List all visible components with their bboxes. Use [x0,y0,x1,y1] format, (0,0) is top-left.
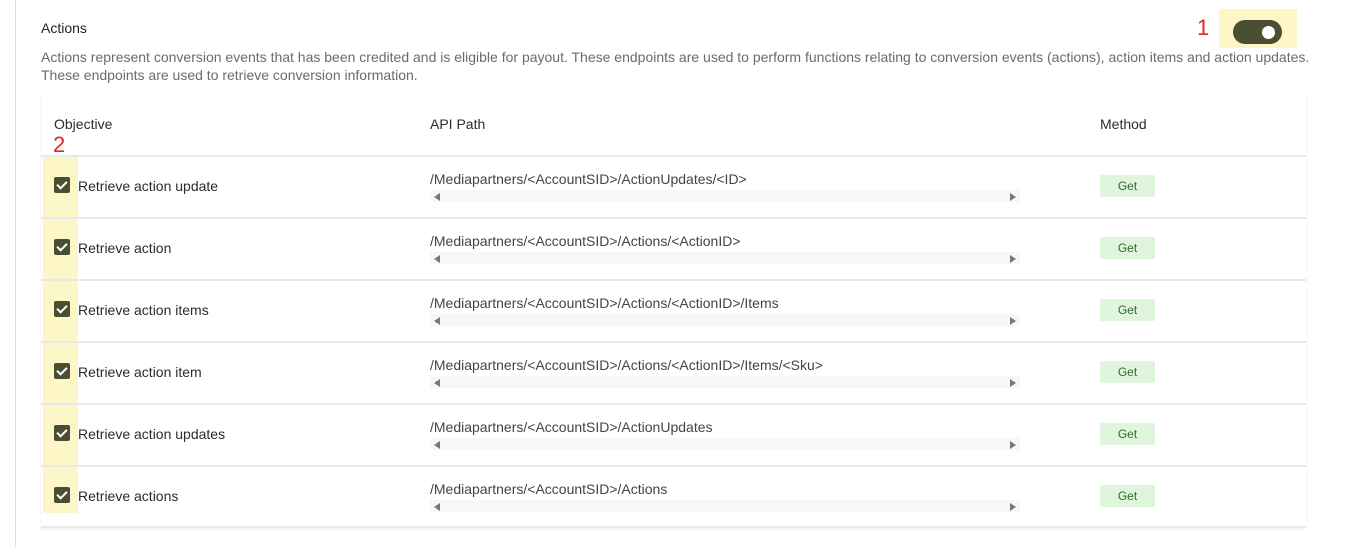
callout-1: 1 [1197,15,1210,40]
page: Actions 1 Actions represent conversion e… [0,0,1356,547]
scroll-left-icon[interactable] [434,441,440,449]
table-row: Retrieve action/Mediapartners/<AccountSI… [41,217,1306,277]
header-api-path: API Path [430,116,486,132]
path-scrollbar[interactable] [430,252,1020,264]
api-path: /Mediapartners/<AccountSID>/Actions/<Act… [430,357,823,373]
objective-checkbox[interactable] [54,239,70,255]
table-row: Retrieve action update/Mediapartners/<Ac… [41,155,1306,215]
scroll-left-icon[interactable] [434,255,440,263]
section-description: Actions represent conversion events that… [41,49,1310,83]
objective-checkbox[interactable] [54,177,70,193]
scroll-left-icon[interactable] [434,379,440,387]
path-scrollbar[interactable] [430,190,1020,202]
scroll-right-icon[interactable] [1010,193,1016,201]
objective-label: Retrieve actions [78,488,179,504]
api-path: /Mediapartners/<AccountSID>/ActionUpdate… [430,171,747,187]
path-scrollbar[interactable] [430,438,1020,450]
method-badge: Get [1100,485,1155,507]
table-row: Retrieve action items/Mediapartners/<Acc… [41,279,1306,339]
objective-label: Retrieve action update [78,178,219,194]
objective-label: Retrieve action items [78,302,209,318]
callout-2: 2 [53,132,66,157]
scroll-right-icon[interactable] [1010,441,1016,449]
objective-label: Retrieve action item [78,364,202,380]
section-title: Actions [41,20,87,36]
api-path: /Mediapartners/<AccountSID>/ActionUpdate… [430,419,713,435]
header-objective: Objective [54,116,113,132]
objective-label: Retrieve action updates [78,426,226,442]
table-row: Retrieve action updates/Mediapartners/<A… [41,403,1306,463]
method-badge: Get [1100,237,1155,259]
method-badge: Get [1100,175,1155,197]
api-path: /Mediapartners/<AccountSID>/Actions [430,481,668,497]
table-bottom-divider [41,526,1306,528]
scroll-right-icon[interactable] [1010,503,1016,511]
path-scrollbar[interactable] [430,376,1020,388]
path-scrollbar[interactable] [430,314,1020,326]
scroll-left-icon[interactable] [434,193,440,201]
scroll-right-icon[interactable] [1010,255,1016,263]
table-row: Retrieve actions/Mediapartners/<AccountS… [41,465,1306,525]
api-path: /Mediapartners/<AccountSID>/Actions/<Act… [430,295,779,311]
objective-checkbox[interactable] [54,301,70,317]
scroll-left-icon[interactable] [434,317,440,325]
header-method: Method [1100,116,1147,132]
api-path: /Mediapartners/<AccountSID>/Actions/<Act… [430,233,741,249]
method-badge: Get [1100,423,1155,445]
method-badge: Get [1100,299,1155,321]
objective-checkbox[interactable] [54,363,70,379]
scroll-right-icon[interactable] [1010,317,1016,325]
table-row: Retrieve action item/Mediapartners/<Acco… [41,341,1306,401]
method-badge: Get [1100,361,1155,383]
objective-label: Retrieve action [78,240,172,256]
left-divider [15,0,16,547]
objective-checkbox[interactable] [54,425,70,441]
objective-checkbox[interactable] [54,487,70,503]
scroll-left-icon[interactable] [434,503,440,511]
toggle-knob[interactable] [1262,26,1275,39]
scroll-right-icon[interactable] [1010,379,1016,387]
path-scrollbar[interactable] [430,500,1020,512]
